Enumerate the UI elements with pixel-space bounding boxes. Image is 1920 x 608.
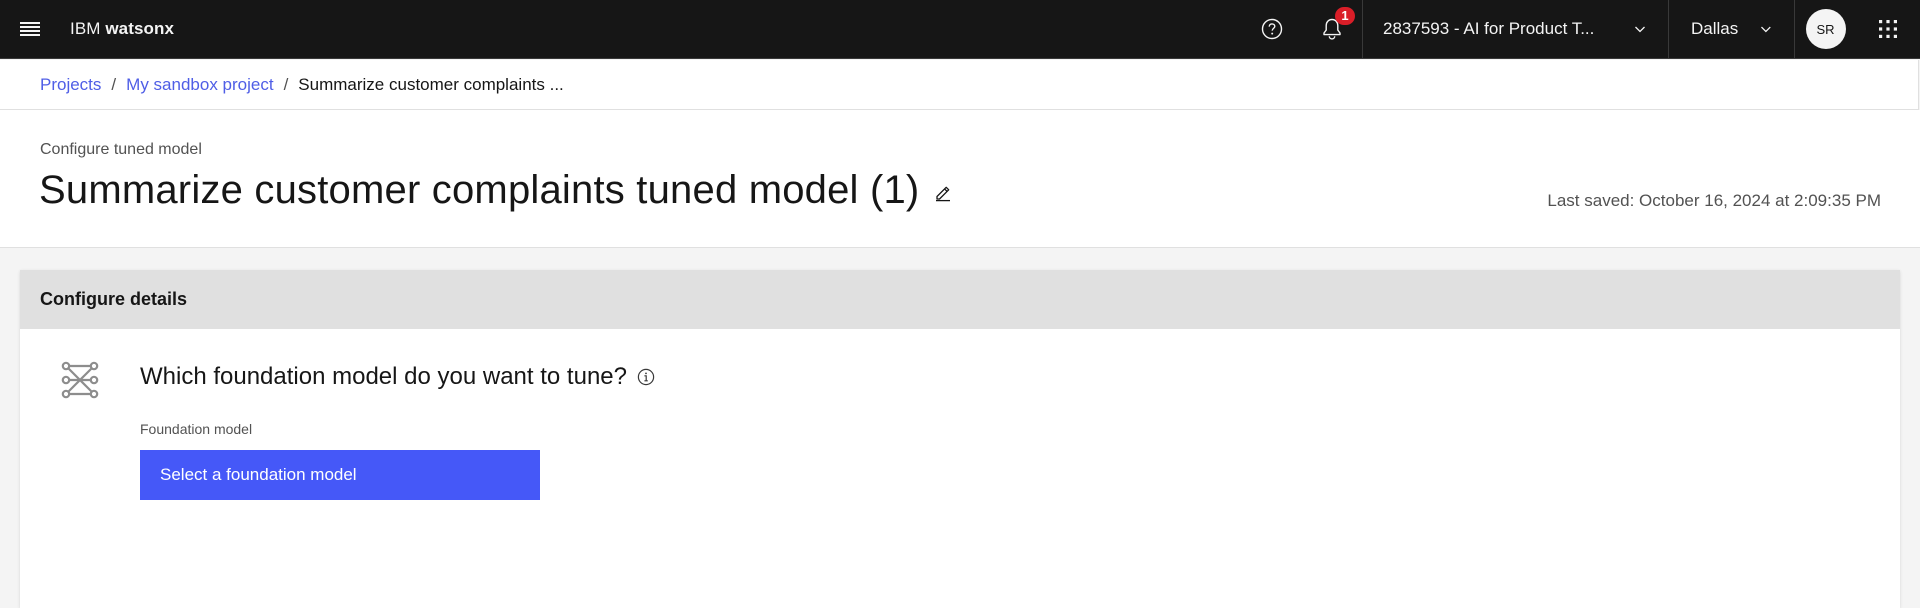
edit-title-button[interactable] [933, 182, 953, 202]
top-navigation-bar: IBM watsonx 1 2837593 - AI for Product T… [0, 0, 1920, 59]
app-switcher-icon [1879, 20, 1897, 38]
select-foundation-model-button[interactable]: Select a foundation model [140, 450, 540, 500]
user-avatar-button[interactable]: SR [1805, 9, 1846, 49]
product-brand[interactable]: IBM watsonx [70, 19, 174, 39]
breadcrumb-separator: / [111, 74, 117, 94]
info-icon [637, 368, 655, 386]
brand-prefix: IBM [70, 19, 101, 38]
page-header: Configure tuned model Summarize customer… [0, 110, 1920, 248]
notifications-button[interactable]: 1 [1302, 0, 1362, 59]
help-button[interactable] [1242, 0, 1302, 59]
user-profile-area: SR [1794, 0, 1856, 59]
foundation-model-network-icon [61, 361, 99, 399]
configure-details-card: Configure details Which foundation model… [20, 270, 1900, 608]
avatar-initials: SR [1816, 21, 1835, 37]
breadcrumb-projects-link[interactable]: Projects [40, 75, 101, 95]
notification-count-badge: 1 [1335, 6, 1355, 25]
info-tooltip-button[interactable] [637, 368, 655, 386]
page-eyebrow: Configure tuned model [40, 141, 202, 158]
last-saved-timestamp: Last saved: October 16, 2024 at 2:09:35 … [1547, 191, 1881, 210]
breadcrumb-project-link[interactable]: My sandbox project [126, 75, 273, 95]
breadcrumb-current-page: Summarize customer complaints ... [298, 74, 564, 94]
region-selector[interactable]: Dallas [1668, 0, 1794, 59]
brand-name: watsonx [105, 19, 175, 38]
account-label: 2837593 - AI for Product T... [1383, 19, 1595, 38]
card-header: Configure details [20, 270, 1900, 329]
foundation-model-question: Which foundation model do you want to tu… [140, 363, 655, 391]
breadcrumb-separator: / [283, 74, 289, 94]
card-heading: Configure details [40, 289, 188, 309]
account-selector[interactable]: 2837593 - AI for Product T... [1362, 0, 1668, 59]
region-label: Dallas [1691, 19, 1739, 38]
help-icon [1261, 18, 1283, 40]
breadcrumb: Projects / My sandbox project / Summariz… [0, 60, 1919, 110]
chevron-down-icon [1761, 26, 1771, 33]
hamburger-menu-icon [20, 22, 40, 36]
question-text: Which foundation model do you want to tu… [140, 363, 627, 390]
page-title-row: Summarize customer complaints tuned mode… [39, 168, 953, 213]
main-menu-button[interactable] [0, 0, 60, 59]
chevron-down-icon [1635, 26, 1645, 33]
app-switcher-button[interactable] [1856, 0, 1920, 59]
pencil-icon [936, 186, 951, 201]
page-title: Summarize customer complaints tuned mode… [39, 168, 920, 212]
foundation-model-label: Foundation model [140, 421, 253, 437]
